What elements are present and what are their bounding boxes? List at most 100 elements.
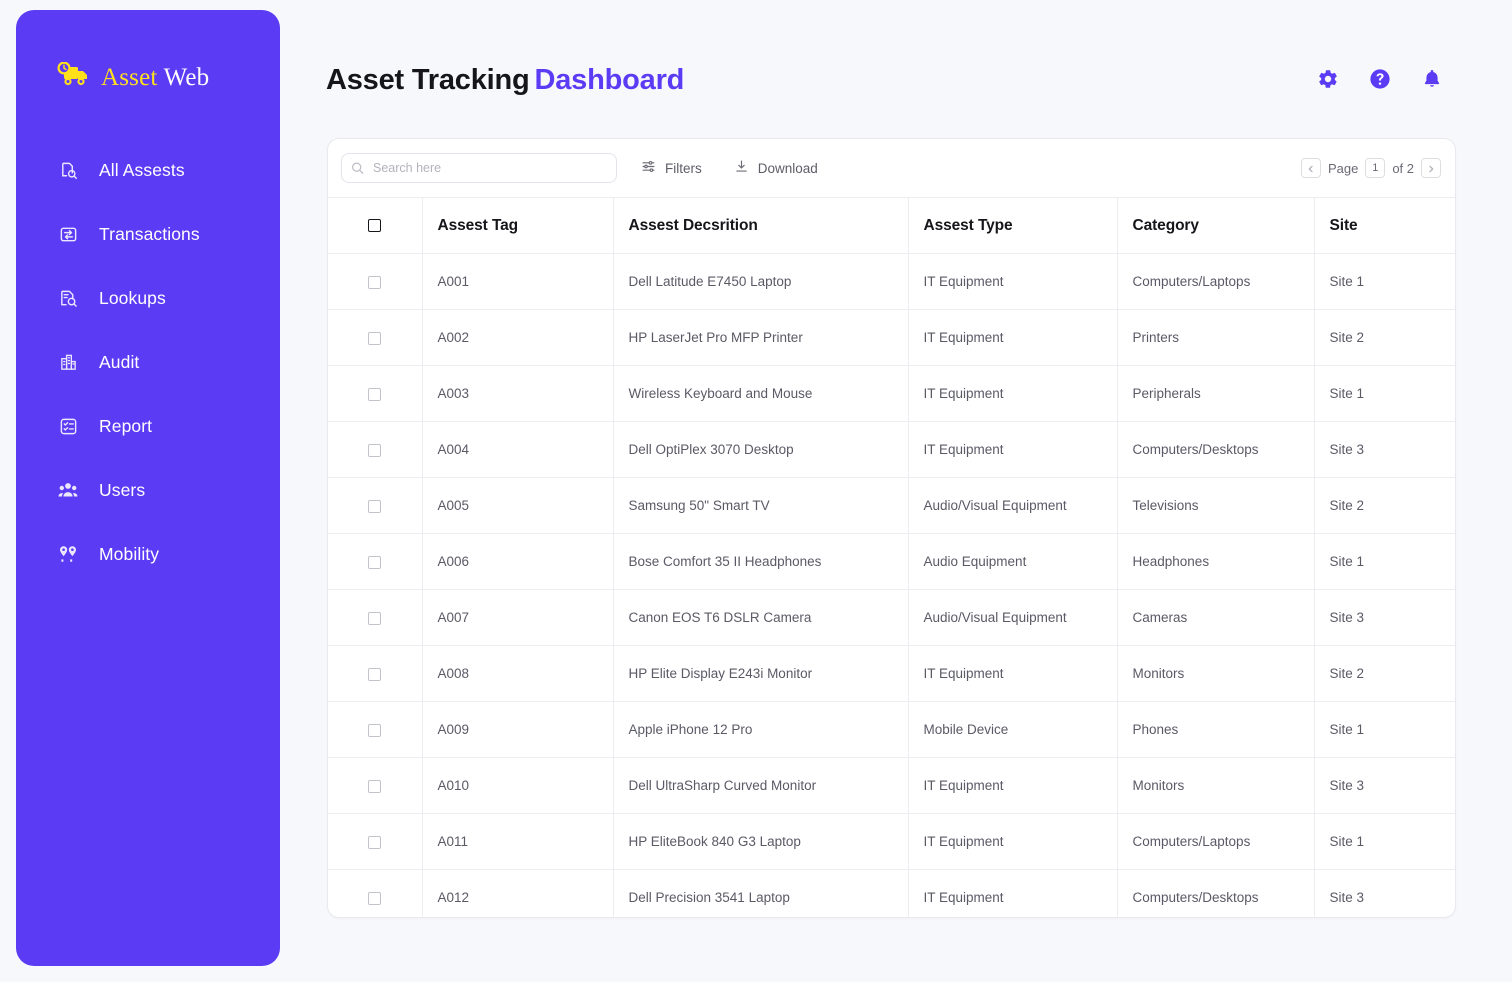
help-button[interactable]: [1368, 68, 1392, 92]
search-box: [341, 153, 617, 183]
brand-logo[interactable]: AssetWeb: [16, 10, 280, 93]
sidebar-item-report[interactable]: Report: [16, 409, 280, 443]
row-checkbox[interactable]: [368, 892, 381, 905]
sidebar-nav: All Assests Transactions: [16, 153, 280, 571]
pagination: Page of 2: [1301, 158, 1441, 178]
users-group-icon: [58, 480, 78, 500]
select-all-header: [328, 198, 422, 254]
cell-assest-tag: A007: [422, 590, 613, 646]
prev-page-button[interactable]: [1301, 158, 1321, 178]
cell-assest-type: IT Equipment: [908, 758, 1117, 814]
sidebar-item-mobility[interactable]: Mobility: [16, 537, 280, 571]
chevron-left-icon: [1307, 161, 1315, 176]
table-body: A001Dell Latitude E7450 LaptopIT Equipme…: [328, 254, 1456, 919]
sidebar-item-lookups[interactable]: Lookups: [16, 281, 280, 315]
cell-assest-desc: Dell Latitude E7450 Laptop: [613, 254, 908, 310]
cell-assest-tag: A003: [422, 366, 613, 422]
row-checkbox[interactable]: [368, 668, 381, 681]
cell-assest-type: Audio/Visual Equipment: [908, 478, 1117, 534]
column-header-assest-desc[interactable]: Assest Decsrition: [613, 198, 908, 254]
sidebar-item-label: Audit: [99, 352, 139, 373]
cell-site: Site 1: [1314, 814, 1456, 870]
table-row[interactable]: A005Samsung 50" Smart TVAudio/Visual Equ…: [328, 478, 1456, 534]
table-row[interactable]: A007Canon EOS T6 DSLR CameraAudio/Visual…: [328, 590, 1456, 646]
cell-assest-tag: A009: [422, 702, 613, 758]
table-row[interactable]: A012Dell Precision 3541 LaptopIT Equipme…: [328, 870, 1456, 919]
cell-assest-tag: A005: [422, 478, 613, 534]
cell-category: Cameras: [1117, 590, 1314, 646]
cell-assest-type: IT Equipment: [908, 422, 1117, 478]
sidebar-item-all-assests[interactable]: All Assests: [16, 153, 280, 187]
page-title-plain: Asset Tracking: [326, 64, 530, 96]
table-row[interactable]: A011HP EliteBook 840 G3 LaptopIT Equipme…: [328, 814, 1456, 870]
row-checkbox[interactable]: [368, 836, 381, 849]
next-page-button[interactable]: [1421, 158, 1441, 178]
table-row[interactable]: A003Wireless Keyboard and MouseIT Equipm…: [328, 366, 1456, 422]
filters-button[interactable]: Filters: [641, 159, 702, 177]
download-icon: [734, 159, 749, 177]
cell-site: Site 1: [1314, 366, 1456, 422]
row-select-cell: [328, 310, 422, 366]
table-row[interactable]: A006Bose Comfort 35 II HeadphonesAudio E…: [328, 534, 1456, 590]
row-checkbox[interactable]: [368, 332, 381, 345]
settings-button[interactable]: [1316, 68, 1340, 92]
select-all-checkbox[interactable]: [368, 219, 381, 232]
help-icon: [1369, 68, 1391, 93]
sidebar-item-users[interactable]: Users: [16, 473, 280, 507]
row-select-cell: [328, 758, 422, 814]
page-number-input[interactable]: [1365, 158, 1385, 178]
table-row[interactable]: A002HP LaserJet Pro MFP PrinterIT Equipm…: [328, 310, 1456, 366]
asset-search-icon: [58, 160, 78, 180]
cell-assest-type: Audio/Visual Equipment: [908, 590, 1117, 646]
column-header-category[interactable]: Category: [1117, 198, 1314, 254]
cell-assest-type: Mobile Device: [908, 702, 1117, 758]
search-input[interactable]: [341, 153, 617, 183]
cell-assest-tag: A008: [422, 646, 613, 702]
table-row[interactable]: A010Dell UltraSharp Curved MonitorIT Equ…: [328, 758, 1456, 814]
table-row[interactable]: A001Dell Latitude E7450 LaptopIT Equipme…: [328, 254, 1456, 310]
cell-category: Computers/Desktops: [1117, 870, 1314, 919]
row-checkbox[interactable]: [368, 780, 381, 793]
column-header-assest-type[interactable]: Assest Type: [908, 198, 1117, 254]
table-row[interactable]: A009Apple iPhone 12 ProMobile DevicePhon…: [328, 702, 1456, 758]
cell-category: Computers/Laptops: [1117, 254, 1314, 310]
page-header: Asset TrackingDashboard: [326, 54, 1466, 106]
notifications-button[interactable]: [1420, 68, 1444, 92]
row-checkbox[interactable]: [368, 276, 381, 289]
table-row[interactable]: A008HP Elite Display E243i MonitorIT Equ…: [328, 646, 1456, 702]
cell-assest-desc: Apple iPhone 12 Pro: [613, 702, 908, 758]
cell-category: Computers/Laptops: [1117, 814, 1314, 870]
cell-assest-tag: A010: [422, 758, 613, 814]
column-header-site[interactable]: Site: [1314, 198, 1456, 254]
row-checkbox[interactable]: [368, 724, 381, 737]
sidebar: AssetWeb All Assests: [16, 10, 280, 966]
cell-assest-desc: HP EliteBook 840 G3 Laptop: [613, 814, 908, 870]
row-select-cell: [328, 814, 422, 870]
cell-site: Site 3: [1314, 422, 1456, 478]
cell-category: Computers/Desktops: [1117, 422, 1314, 478]
cell-assest-type: IT Equipment: [908, 310, 1117, 366]
download-button[interactable]: Download: [734, 159, 818, 177]
row-checkbox[interactable]: [368, 500, 381, 513]
column-header-assest-tag[interactable]: Assest Tag: [422, 198, 613, 254]
cell-site: Site 2: [1314, 646, 1456, 702]
table-head: Assest Tag Assest Decsrition Assest Type…: [328, 198, 1456, 254]
row-checkbox[interactable]: [368, 556, 381, 569]
sidebar-item-label: Lookups: [99, 288, 166, 309]
table-header-row: Assest Tag Assest Decsrition Assest Type…: [328, 198, 1456, 254]
chevron-right-icon: [1427, 161, 1435, 176]
table-row[interactable]: A004Dell OptiPlex 3070 DesktopIT Equipme…: [328, 422, 1456, 478]
row-select-cell: [328, 478, 422, 534]
cell-site: Site 1: [1314, 702, 1456, 758]
cell-site: Site 3: [1314, 590, 1456, 646]
cell-assest-desc: Samsung 50" Smart TV: [613, 478, 908, 534]
cell-site: Site 1: [1314, 254, 1456, 310]
pagination-of-label: of 2: [1392, 161, 1414, 176]
row-checkbox[interactable]: [368, 444, 381, 457]
sidebar-item-transactions[interactable]: Transactions: [16, 217, 280, 251]
row-checkbox[interactable]: [368, 388, 381, 401]
sidebar-item-audit[interactable]: Audit: [16, 345, 280, 379]
sidebar-item-label: Transactions: [99, 224, 200, 245]
cell-assest-desc: HP Elite Display E243i Monitor: [613, 646, 908, 702]
row-checkbox[interactable]: [368, 612, 381, 625]
